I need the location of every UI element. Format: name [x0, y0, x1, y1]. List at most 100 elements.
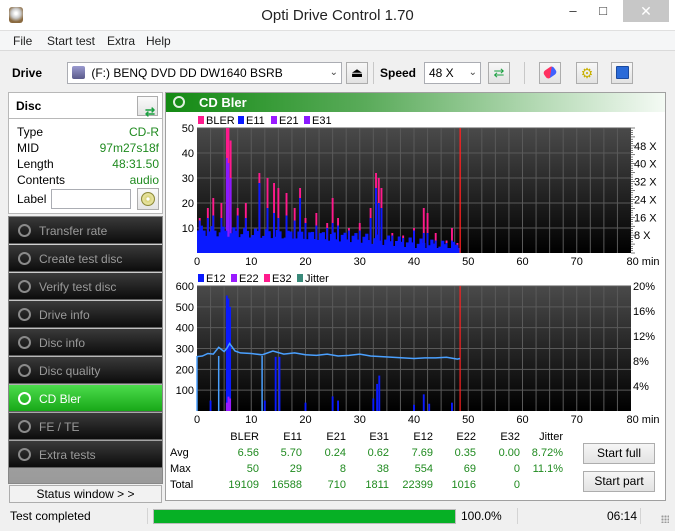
elapsed-time: 06:14 [607, 509, 638, 523]
stats-cell: 0.35 [454, 447, 476, 459]
progress-bar [153, 509, 456, 524]
legend-swatch-e22 [231, 274, 237, 282]
stats-cell: 29 [289, 463, 302, 475]
y-tick-label: 40 [182, 148, 194, 160]
bar-e12 [372, 398, 375, 411]
bar-e22 [229, 398, 232, 411]
status-separator [640, 508, 641, 524]
bar-e12 [428, 403, 431, 411]
y-tick-label: 400 [176, 323, 194, 335]
y-tick-label: 300 [176, 344, 194, 356]
legend-label: E12 [206, 273, 226, 285]
stats-column-header: Jitter [539, 431, 563, 443]
speed-tick-label: 24 X [634, 194, 657, 206]
x-tick-label: 50 [462, 256, 474, 268]
bler-chart: 10 20 30 40 50 0 10 20 30 40 50 60 70 80 min BLER E11 E2… [182, 115, 660, 268]
progress-percent: 100.0% [461, 509, 502, 523]
x-tick-label: 40 [408, 414, 420, 426]
speed-tick-label: 8 X [634, 230, 651, 242]
status-bar: Test completed 100.0% 06:14 [0, 506, 675, 526]
x-tick-label: 20 [299, 256, 311, 268]
stats-column-header: E11 [283, 431, 302, 443]
x-tick-label: 70 [571, 256, 583, 268]
x-tick-label: 0 [194, 414, 200, 426]
speed-tick-label: 16 X [634, 212, 657, 224]
c2-jitter-chart: 100 200 300 400 500 600 0 10 20 30 40 50 60 70 80 min E… [176, 273, 660, 426]
stats-cell: 38 [376, 463, 389, 475]
start-part-button[interactable]: Start part [583, 471, 655, 492]
legend-swatch-bler [198, 116, 204, 124]
bar-e12 [274, 356, 277, 411]
bar-e12 [278, 356, 281, 411]
y-tick-label: 30 [182, 173, 194, 185]
y-tick-label: 200 [176, 364, 194, 376]
legend-label: Jitter [305, 273, 329, 285]
x-tick-label: 10 [245, 256, 257, 268]
legend-swatch-e32 [264, 274, 270, 282]
bar-e22 [227, 396, 230, 411]
legend-label: E31 [312, 115, 332, 127]
y-tick-label: 50 [182, 123, 194, 135]
bar-e12 [225, 295, 228, 411]
legend-label: E11 [246, 115, 265, 127]
stats-row-label: Avg [170, 447, 189, 459]
status-separator [517, 508, 518, 524]
legend-label: BLER [206, 115, 235, 127]
bar-e12 [331, 396, 334, 411]
stats-column-header: E31 [369, 431, 389, 443]
y-tick-label: 100 [176, 385, 194, 397]
legend-swatch-e12 [198, 274, 204, 282]
stats-cell: 1811 [365, 479, 389, 491]
x-tick-label: 30 [354, 414, 366, 426]
bar-e12 [378, 375, 381, 411]
bar-e12 [229, 306, 232, 411]
jitter-tick-label: 4% [633, 381, 649, 393]
x-tick-label: 50 [462, 414, 474, 426]
stats-cell: 8.72% [531, 447, 563, 459]
legend-swatch-e21 [271, 116, 277, 124]
legend-swatch-jitter [297, 274, 303, 282]
resize-grip[interactable] [661, 515, 669, 523]
speed-tick-label: 32 X [634, 177, 657, 189]
y-tick-label: 500 [176, 302, 194, 314]
start-full-button[interactable]: Start full [583, 443, 655, 464]
stats-row-label: Total [170, 479, 194, 491]
stats-cell: 1016 [451, 479, 476, 491]
status-separator [147, 508, 148, 524]
x-tick-label: 0 [194, 256, 200, 268]
bar-e12 [413, 404, 415, 411]
y-tick-label: 600 [176, 281, 194, 293]
bar-e12 [304, 402, 307, 411]
legend-label: E22 [239, 273, 259, 285]
stats-column-header: E22 [456, 431, 476, 443]
speed-tick-label: 48 X [634, 141, 657, 153]
stats-cell: 69 [463, 463, 476, 475]
stats-cell: 5.70 [280, 447, 302, 459]
bar-e12 [263, 400, 266, 411]
stats-row-label: Max [170, 463, 191, 475]
x-tick-label: 10 [245, 414, 257, 426]
stats-cell: 16588 [271, 479, 302, 491]
y-tick-label: 20 [182, 198, 194, 210]
legend-swatch-e11 [238, 116, 244, 124]
status-text: Test completed [10, 509, 91, 523]
bar-e22 [225, 402, 228, 411]
x-tick-label: 60 [516, 414, 528, 426]
bar-e12 [209, 400, 212, 411]
x-tick-label: 30 [354, 256, 366, 268]
x-tick-label: 80 min [626, 414, 659, 426]
bar-e12 [227, 298, 230, 411]
stats-cell: 11.1% [532, 463, 563, 475]
jitter-tick-label: 16% [633, 306, 655, 318]
bar-e12 [337, 400, 339, 411]
bar-e12 [451, 402, 453, 411]
y-tick-label: 10 [182, 223, 194, 235]
jitter-tick-label: 20% [633, 281, 655, 293]
legend-swatch-e31 [304, 116, 310, 124]
jitter-tick-label: 12% [633, 331, 655, 343]
x-tick-label: 40 [408, 256, 420, 268]
bar-e12 [422, 394, 425, 411]
legend-label: E32 [272, 273, 292, 285]
bar-e12 [376, 383, 379, 411]
speed-tick-label: 40 X [634, 159, 657, 171]
